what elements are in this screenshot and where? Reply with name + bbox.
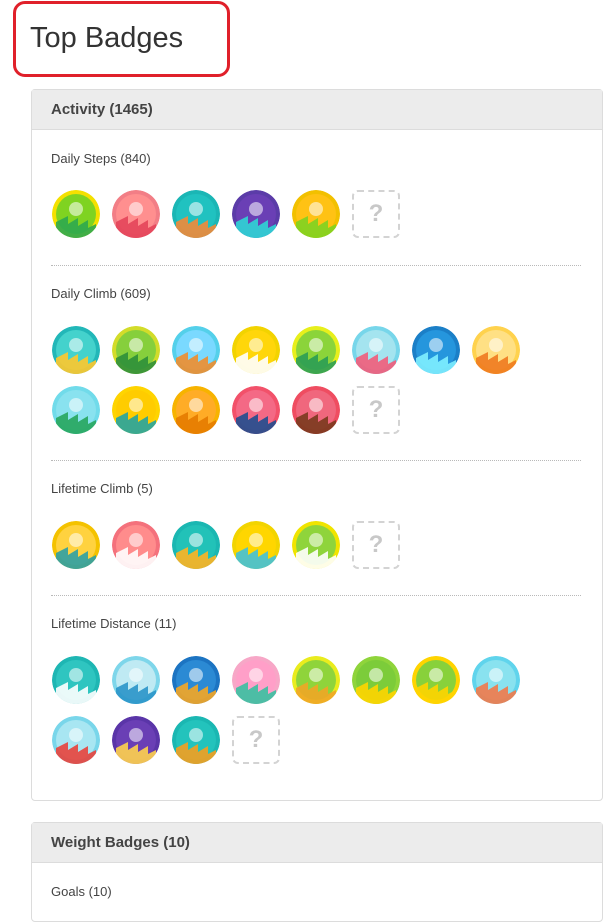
daily-steps-gold-shoe-icon[interactable]	[292, 190, 340, 238]
lifetime-distance-title: Lifetime Distance (11)	[51, 616, 177, 631]
lifetime-distance-giraffe-icon[interactable]	[292, 656, 340, 704]
lifetime-climb-title: Lifetime Climb (5)	[51, 481, 153, 496]
daily-climb-title: Daily Climb (609)	[51, 286, 151, 301]
daily-steps-red-shoe-icon[interactable]	[112, 190, 160, 238]
locked-badge-placeholder: ?	[352, 521, 400, 569]
lifetime-distance-countryside-icon[interactable]	[412, 656, 460, 704]
lifetime-climb-cloud-icon[interactable]	[292, 521, 340, 569]
lifetime-climb-helicopter-icon[interactable]	[52, 521, 100, 569]
locked-badge-placeholder: ?	[352, 386, 400, 434]
lifetime-climb-airplane-icon[interactable]	[232, 521, 280, 569]
daily-climb-bridge-icon[interactable]	[472, 326, 520, 374]
page-title: Top Badges	[30, 22, 184, 54]
activity-panel: Activity (1465) Daily Steps (840) ? Dail…	[31, 89, 603, 801]
daily-climb-city-icon[interactable]	[412, 326, 460, 374]
weight-panel-header: Weight Badges (10)	[32, 823, 602, 863]
lifetime-distance-greek-temple-icon[interactable]	[52, 656, 100, 704]
lifetime-distance-pagoda-icon[interactable]	[52, 716, 100, 764]
locked-badge-placeholder: ?	[352, 190, 400, 238]
activity-panel-header: Activity (1465)	[32, 90, 602, 130]
daily-climb-hill-icon[interactable]	[52, 326, 100, 374]
daily-steps-teal-shoe-icon[interactable]	[172, 190, 220, 238]
weight-badges-panel: Weight Badges (10) Goals (10)	[31, 822, 603, 922]
daily-climb-mountain-icon[interactable]	[292, 386, 340, 434]
daily-steps-green-shoe-icon[interactable]	[52, 190, 100, 238]
lifetime-climb-hot-air-balloon-icon[interactable]	[172, 521, 220, 569]
goals-title: Goals (10)	[51, 884, 112, 899]
daily-climb-rollercoaster-icon[interactable]	[352, 326, 400, 374]
lifetime-distance-palace-icon[interactable]	[352, 656, 400, 704]
daily-climb-volcano-icon[interactable]	[232, 386, 280, 434]
locked-badge-placeholder: ?	[232, 716, 280, 764]
lifetime-distance-taj-mahal-icon[interactable]	[112, 716, 160, 764]
daily-climb-canyon-icon[interactable]	[172, 386, 220, 434]
daily-climb-forest-icon[interactable]	[112, 326, 160, 374]
lifetime-distance-london-icon[interactable]	[172, 656, 220, 704]
daily-climb-lighthouse-icon[interactable]	[172, 326, 220, 374]
section-divider	[51, 265, 581, 266]
daily-climb-waterfall-icon[interactable]	[112, 386, 160, 434]
daily-steps-purple-shoe-icon[interactable]	[232, 190, 280, 238]
daily-climb-skyscraper-icon[interactable]	[292, 326, 340, 374]
section-divider	[51, 595, 581, 596]
lifetime-distance-reef-icon[interactable]	[472, 656, 520, 704]
daily-climb-ferris-wheel-icon[interactable]	[232, 326, 280, 374]
lifetime-climb-skydiver-icon[interactable]	[112, 521, 160, 569]
daily-climb-castle-icon[interactable]	[52, 386, 100, 434]
daily-steps-title: Daily Steps (840)	[51, 151, 151, 166]
lifetime-distance-sea-icon[interactable]	[112, 656, 160, 704]
lifetime-distance-butterfly-icon[interactable]	[172, 716, 220, 764]
section-divider	[51, 460, 581, 461]
lifetime-distance-tropics-icon[interactable]	[232, 656, 280, 704]
